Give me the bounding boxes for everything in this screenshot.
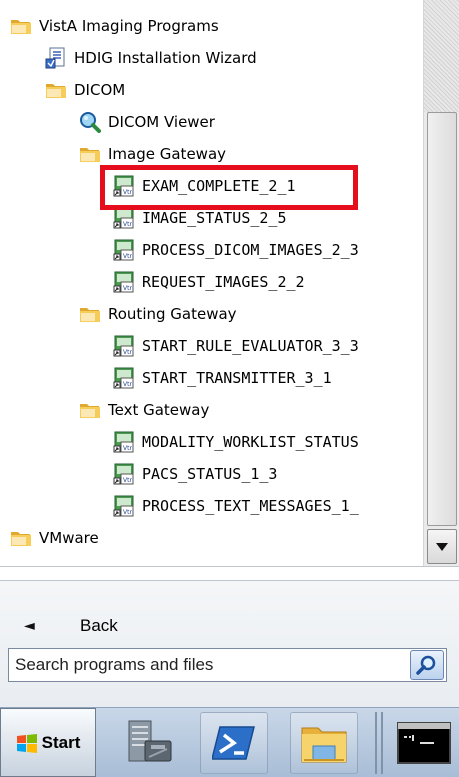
- menu-item-label: PROCESS_TEXT_MESSAGES_1_: [142, 497, 359, 515]
- shortcut-icon: Vtr: [113, 495, 134, 517]
- shortcut-icon: Vtr: [113, 271, 134, 293]
- menu-item-image-status[interactable]: Vtr IMAGE_STATUS_2_5: [113, 202, 287, 234]
- menu-item-process-text-messages[interactable]: Vtr PROCESS_TEXT_MESSAGES_1_: [113, 490, 359, 522]
- menu-item-label: Routing Gateway: [108, 305, 237, 323]
- menu-item-label: IMAGE_STATUS_2_5: [142, 209, 287, 227]
- explorer-icon: [301, 727, 347, 763]
- svg-text:Vtr: Vtr: [123, 381, 132, 388]
- installer-icon: [45, 47, 65, 69]
- search-button[interactable]: [410, 650, 444, 680]
- menu-item-process-dicom-images[interactable]: Vtr PROCESS_DICOM_IMAGES_2_3: [113, 234, 359, 266]
- svg-text:Vtr: Vtr: [123, 445, 132, 452]
- taskbar-server-manager[interactable]: [115, 712, 183, 774]
- back-label: Back: [80, 616, 118, 635]
- svg-text:Vtr: Vtr: [123, 285, 132, 292]
- folder-icon: [80, 404, 100, 418]
- search-icon: [416, 655, 436, 675]
- shortcut-icon: Vtr: [113, 367, 134, 389]
- shortcut-icon: Vtr: [113, 335, 134, 357]
- menu-item-image-gateway-folder[interactable]: Image Gateway: [79, 138, 226, 170]
- back-button[interactable]: ◄ Back: [14, 606, 174, 646]
- folder-icon: [80, 148, 100, 162]
- menu-item-start-rule-evaluator[interactable]: Vtr START_RULE_EVALUATOR_3_3: [113, 330, 359, 362]
- windows-logo-icon: [16, 733, 37, 753]
- menu-item-text-gateway-folder[interactable]: Text Gateway: [79, 394, 209, 426]
- taskbar-divider: [375, 712, 383, 774]
- taskbar-powershell[interactable]: [200, 712, 268, 774]
- command-prompt-icon: [397, 722, 451, 764]
- powershell-icon: [212, 726, 255, 760]
- shortcut-icon: Vtr: [113, 239, 134, 261]
- menu-item-vista-imaging-programs[interactable]: VistA Imaging Programs: [10, 10, 219, 42]
- menu-item-exam-complete[interactable]: Vtr EXAM_COMPLETE_2_1: [113, 170, 296, 202]
- menu-item-label: VistA Imaging Programs: [39, 17, 219, 35]
- menu-item-label: START_TRANSMITTER_3_1: [142, 369, 332, 387]
- menu-item-vmware-folder[interactable]: VMware: [10, 522, 99, 554]
- menu-item-label: PACS_STATUS_1_3: [142, 465, 278, 483]
- menu-item-hdig-installation-wizard[interactable]: HDIG Installation Wizard: [45, 42, 257, 74]
- magnifier-icon: [80, 112, 101, 133]
- menu-item-label: EXAM_COMPLETE_2_1: [142, 177, 296, 195]
- folder-icon: [11, 20, 31, 34]
- search-box[interactable]: [8, 648, 447, 682]
- menu-item-label: DICOM Viewer: [108, 113, 215, 131]
- folder-icon: [11, 532, 31, 546]
- search-input[interactable]: [9, 649, 410, 681]
- taskbar-windows-explorer[interactable]: [290, 712, 358, 774]
- start-button[interactable]: Start: [0, 708, 96, 777]
- svg-text:Vtr: Vtr: [123, 189, 132, 196]
- menu-item-label: MODALITY_WORKLIST_STATUS: [142, 433, 359, 451]
- scroll-thumb[interactable]: [427, 112, 457, 526]
- menu-item-label: REQUEST_IMAGES_2_2: [142, 273, 305, 291]
- menu-item-dicom-folder[interactable]: DICOM: [45, 74, 125, 106]
- start-label: Start: [41, 732, 81, 752]
- menu-item-request-images[interactable]: Vtr REQUEST_IMAGES_2_2: [113, 266, 305, 298]
- menu-item-label: DICOM: [74, 81, 126, 99]
- svg-text:Vtr: Vtr: [123, 221, 132, 228]
- scroll-track[interactable]: [424, 0, 459, 112]
- menu-item-label: HDIG Installation Wizard: [74, 49, 257, 67]
- menu-item-label: VMware: [39, 529, 99, 547]
- left-arrow-icon: ◄: [24, 618, 35, 634]
- taskbar-command-prompt[interactable]: [390, 712, 458, 774]
- menu-item-label: Image Gateway: [108, 145, 227, 163]
- svg-text:Vtr: Vtr: [123, 253, 132, 260]
- svg-text:Vtr: Vtr: [123, 509, 132, 516]
- menu-item-label: START_RULE_EVALUATOR_3_3: [142, 337, 359, 355]
- menu-item-modality-worklist-status[interactable]: Vtr MODALITY_WORKLIST_STATUS: [113, 426, 359, 458]
- shortcut-icon: Vtr: [113, 175, 134, 197]
- server-manager-icon: [128, 720, 172, 762]
- separator: [0, 566, 459, 567]
- menu-item-pacs-status[interactable]: Vtr PACS_STATUS_1_3: [113, 458, 277, 490]
- shortcut-icon: Vtr: [113, 207, 134, 229]
- shortcut-icon: Vtr: [113, 463, 134, 485]
- svg-text:Vtr: Vtr: [123, 477, 132, 484]
- menu-item-routing-gateway-folder[interactable]: Routing Gateway: [79, 298, 237, 330]
- folder-icon: [80, 308, 100, 322]
- programs-scrollbar[interactable]: [423, 0, 459, 566]
- all-programs-tree: VistA Imaging Programs HDIG Installation…: [0, 0, 423, 555]
- chevron-down-icon: [436, 542, 448, 551]
- svg-text:Vtr: Vtr: [123, 349, 132, 356]
- menu-item-label: PROCESS_DICOM_IMAGES_2_3: [142, 241, 359, 259]
- menu-item-label: Text Gateway: [108, 401, 210, 419]
- shortcut-icon: Vtr: [113, 431, 134, 453]
- folder-icon: [46, 84, 66, 98]
- scroll-down-button[interactable]: [427, 529, 457, 564]
- menu-item-start-transmitter[interactable]: Vtr START_TRANSMITTER_3_1: [113, 362, 332, 394]
- menu-item-dicom-viewer[interactable]: DICOM Viewer: [79, 106, 215, 138]
